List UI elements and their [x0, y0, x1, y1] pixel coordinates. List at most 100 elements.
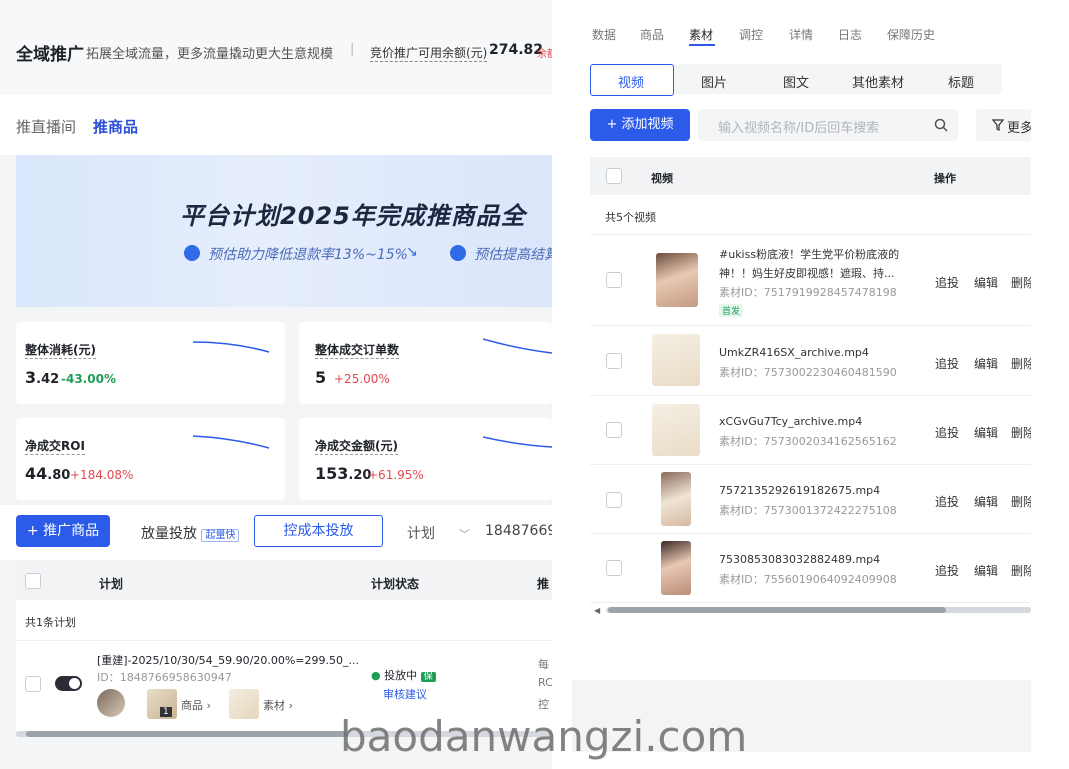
video-thumbnail[interactable] [661, 541, 691, 595]
add-video-button[interactable]: + 添加视频 [590, 109, 690, 141]
plan-filter-select[interactable]: 计划 ﹀ [407, 523, 470, 543]
table-row[interactable] [590, 534, 1031, 603]
row-checkbox[interactable] [606, 560, 622, 576]
edit-button[interactable]: 编辑 [974, 274, 998, 291]
material-thumbnail[interactable] [229, 689, 259, 719]
check-badge-icon [450, 245, 466, 261]
more-filters-button[interactable]: 更多 [976, 109, 1031, 141]
banner-title: 平台计划2025年完成推商品全 [180, 202, 526, 230]
subtab-image-text[interactable]: 图文 [783, 72, 809, 91]
row-checkbox[interactable] [606, 422, 622, 438]
mode-badge: 起量快 [201, 529, 240, 542]
tab-details[interactable]: 详情 [789, 26, 813, 43]
plan-count: 共1条计划 [25, 616, 76, 629]
stat-card-gmv[interactable] [299, 418, 552, 500]
tab-material[interactable]: 素材 [689, 26, 713, 43]
plan-toggle[interactable] [55, 676, 82, 691]
edit-button[interactable]: 编辑 [974, 562, 998, 579]
video-title[interactable]: 7572135292619182675.mp4 [719, 484, 880, 497]
video-thumbnail[interactable] [656, 253, 698, 307]
subtab-video[interactable]: 视频 [618, 72, 644, 91]
stat-change: +25.00% [334, 372, 390, 386]
boost-button[interactable]: 追投 [935, 274, 959, 291]
row-checkbox[interactable] [25, 676, 41, 692]
balance-value: 274.82 [489, 42, 544, 58]
scroll-left-arrow-icon[interactable]: ◀ [594, 606, 600, 615]
promotion-panel: 全域推广 拓展全域流量，更多流量撬动更大生意规模 | 竞价推广可用余额(元) 2… [0, 0, 552, 769]
video-thumbnail[interactable] [652, 404, 700, 456]
subtab-title[interactable]: 标题 [948, 72, 974, 91]
cost-control-button[interactable]: 控成本投放 [254, 515, 383, 547]
delete-button[interactable]: 删除 [1011, 424, 1031, 441]
stat-label: 净成交金额(元) [315, 439, 398, 455]
chevron-down-icon: ﹀ [459, 528, 470, 541]
edit-button[interactable]: 编辑 [974, 493, 998, 510]
video-thumbnail[interactable] [661, 472, 691, 526]
tab-logs[interactable]: 日志 [838, 26, 862, 43]
search-icon[interactable] [934, 118, 948, 132]
edit-button[interactable]: 编辑 [974, 424, 998, 441]
subtab-image[interactable]: 图片 [701, 72, 727, 91]
row-checkbox[interactable] [606, 492, 622, 508]
boost-button[interactable]: 追投 [935, 493, 959, 510]
delete-button[interactable]: 删除 [1011, 493, 1031, 510]
delete-button[interactable]: 删除 [1011, 274, 1031, 291]
sparkline [193, 435, 270, 449]
subtab-other[interactable]: 其他素材 [852, 72, 904, 91]
video-title[interactable]: #ukiss粉底液！学生党平价粉底液的 [719, 246, 899, 262]
stat-value: 5 [315, 368, 327, 387]
tab-data[interactable]: 数据 [592, 26, 616, 43]
tab-control[interactable]: 调控 [739, 26, 763, 43]
status-badge: ● 投放中 保 [371, 667, 436, 683]
video-title[interactable]: xCGvGu7Tcy_archive.mp4 [719, 415, 862, 428]
video-count: 共5个视频 [605, 211, 656, 224]
boost-button[interactable]: 追投 [935, 355, 959, 372]
add-product-button[interactable]: + 推广商品 [16, 515, 110, 547]
audit-suggestion-link[interactable]: 审核建议 [383, 686, 427, 702]
tab-live-room[interactable]: 推直播间 [16, 116, 76, 137]
avatar [97, 689, 125, 717]
stat-card-orders[interactable] [299, 322, 552, 404]
tab-guarantee-history[interactable]: 保障历史 [887, 26, 935, 43]
sparkline [483, 436, 552, 448]
stat-card-roi[interactable] [16, 418, 285, 500]
scrollbar-thumb[interactable] [608, 607, 946, 613]
search-input[interactable]: 输入视频名称/ID后回车搜索 [698, 109, 958, 141]
trend-down-icon: ↘ [406, 244, 418, 260]
delete-button[interactable]: 删除 [1011, 562, 1031, 579]
goods-link[interactable]: 商品 › [181, 697, 211, 713]
scrollbar-thumb[interactable] [26, 731, 346, 737]
plan-id-input[interactable]: 184876695 [485, 523, 552, 539]
plan-name[interactable]: [重建]-2025/10/30/54_59.90/20.00%=299.50_.… [97, 652, 359, 668]
row-checkbox[interactable] [606, 272, 622, 288]
thumb-count: 1 [160, 707, 172, 717]
boost-button[interactable]: 追投 [935, 424, 959, 441]
video-title[interactable]: 7530853083032882489.mp4 [719, 553, 880, 566]
material-id: 素材ID：7517919928457478198 [719, 286, 897, 299]
tab-products[interactable]: 推商品 [93, 116, 138, 137]
tab-goods[interactable]: 商品 [640, 26, 664, 43]
stat-change: +184.08% [70, 468, 134, 482]
select-all-checkbox[interactable] [25, 573, 41, 589]
material-id: 素材ID：7573002034162565162 [719, 435, 897, 448]
column-header-actions: 操作 [934, 172, 956, 185]
edit-button[interactable]: 编辑 [974, 355, 998, 372]
promo-banner[interactable] [16, 155, 552, 307]
video-title[interactable]: UmkZR416SX_archive.mp4 [719, 346, 869, 359]
video-thumbnail[interactable] [652, 334, 700, 386]
row-checkbox[interactable] [606, 353, 622, 369]
stat-value: 44.80 [25, 464, 71, 483]
stat-label: 整体成交订单数 [315, 343, 400, 359]
material-id: 素材ID：7573002230460481590 [719, 366, 897, 379]
stat-change: +61.95% [368, 468, 424, 482]
balance-label[interactable]: 竞价推广可用余额(元) [370, 44, 488, 62]
table-row[interactable] [590, 465, 1031, 534]
stat-card-spend[interactable] [16, 322, 285, 404]
active-tab-indicator [689, 44, 715, 46]
sparkline [483, 338, 552, 354]
volume-mode-option[interactable]: 放量投放 起量快 [141, 523, 240, 543]
select-all-checkbox[interactable] [606, 168, 622, 184]
delete-button[interactable]: 删除 [1011, 355, 1031, 372]
material-link[interactable]: 素材 › [263, 697, 293, 713]
boost-button[interactable]: 追投 [935, 562, 959, 579]
